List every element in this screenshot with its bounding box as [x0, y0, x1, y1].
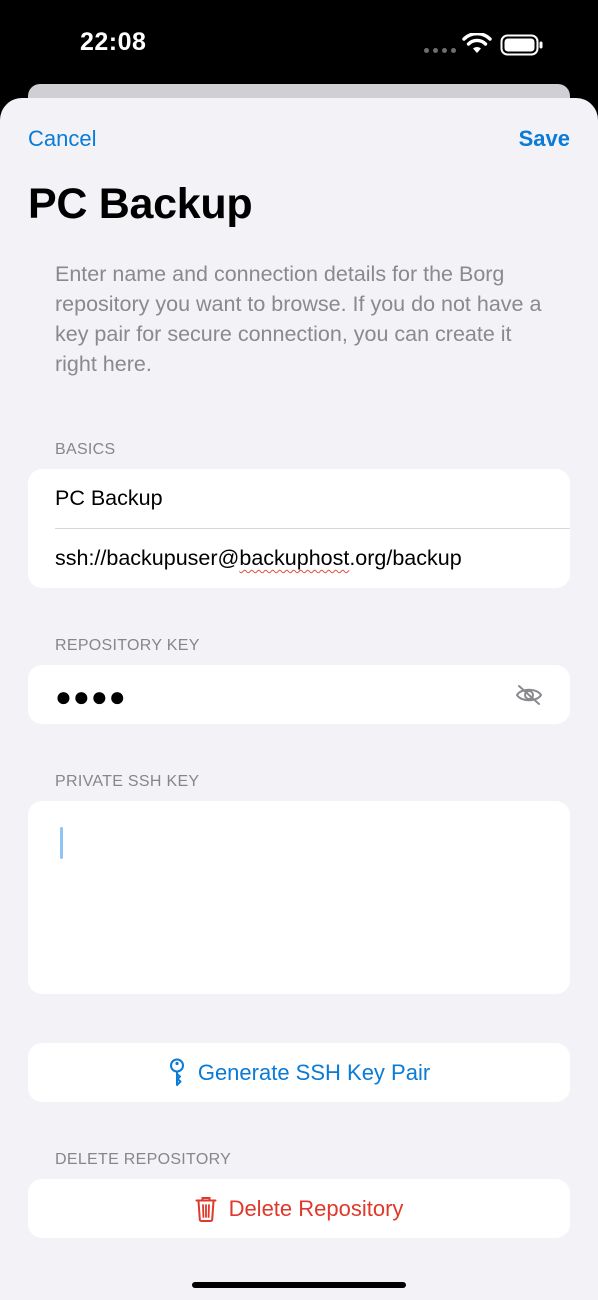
section-header-private-ssh-key: PRIVATE SSH KEY [55, 773, 200, 790]
generate-ssh-key-pair-button[interactable]: Generate SSH Key Pair [28, 1043, 570, 1102]
status-time: 22:08 [80, 28, 147, 56]
url-suffix: .org/backup [349, 546, 462, 570]
battery-icon [500, 34, 543, 56]
url-prefix: ssh://backupuser@ [55, 546, 240, 570]
cancel-button[interactable]: Cancel [28, 126, 96, 152]
wifi-icon [462, 33, 492, 53]
text-cursor [60, 827, 63, 859]
repository-name-field[interactable]: PC Backup [55, 486, 163, 511]
masked-key-value: ●●●● [55, 681, 127, 712]
key-icon [169, 1058, 184, 1086]
section-header-delete-repository: DELETE REPOSITORY [55, 1151, 232, 1168]
save-button[interactable]: Save [519, 126, 570, 152]
section-header-repository-key: REPOSITORY KEY [55, 637, 200, 654]
delete-repository-button[interactable]: Delete Repository [28, 1179, 570, 1238]
repository-url-field[interactable]: ssh://backupuser@backuphost.org/backup [55, 546, 462, 571]
private-ssh-key-textarea[interactable] [28, 801, 570, 994]
delete-repository-label: Delete Repository [228, 1195, 404, 1221]
cellular-dots-icon [424, 48, 456, 53]
eye-slash-icon[interactable] [515, 684, 543, 706]
generate-ssh-key-pair-label: Generate SSH Key Pair [197, 1059, 431, 1085]
home-indicator[interactable] [192, 1282, 406, 1288]
page-title: PC Backup [28, 180, 253, 228]
section-header-basics: BASICS [55, 441, 116, 458]
url-misspelled-word: backuphost [239, 546, 350, 570]
divider [55, 528, 570, 529]
status-bar: 22:08 [0, 0, 598, 90]
trash-icon [195, 1196, 217, 1222]
basics-card: PC Backup ssh://backupuser@backuphost.or… [28, 469, 570, 588]
description-text: Enter name and connection details for th… [55, 262, 542, 376]
repository-key-field[interactable]: ●●●● [28, 665, 570, 724]
